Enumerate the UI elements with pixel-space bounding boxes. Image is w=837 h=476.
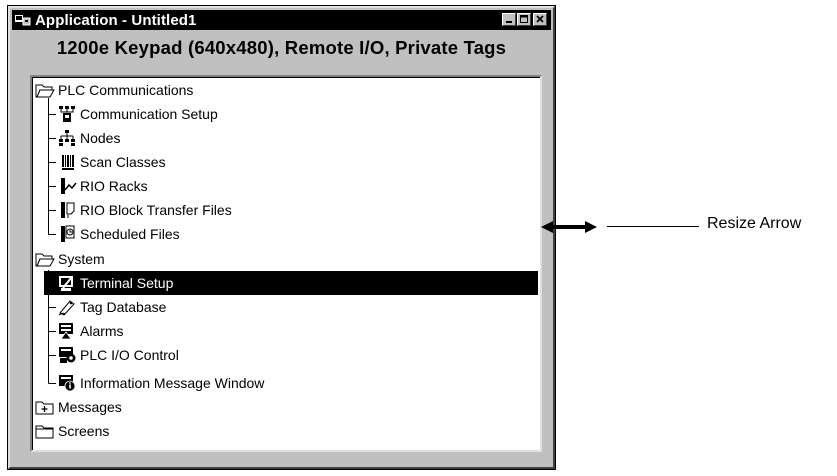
tree-node-rio-racks[interactable]: RIO Racks [57,174,148,198]
tree-node-label: PLC Communications [58,82,194,98]
tree-node-label: RIO Racks [80,178,148,194]
tree-node-label: Nodes [80,130,121,146]
configuration-summary: 1200e Keypad (640x480), Remote I/O, Priv… [56,37,507,58]
open-folder-icon [35,84,55,98]
tree-node-plc-io-control[interactable]: PLC I/O Control [57,343,179,367]
scheduled-files-icon [61,225,75,242]
tree-node-screens[interactable]: Screens [35,419,109,443]
open-folder-icon [35,253,55,267]
tree-node-label: Terminal Setup [80,275,174,291]
title-bar[interactable]: Application - Untitled1 [12,10,551,30]
minimize-button[interactable] [502,13,516,26]
project-tree: PLC Communications Communication Setup N… [32,77,540,450]
tree-node-label: System [58,251,105,267]
tree-node-tag-database[interactable]: Tag Database [57,295,166,319]
tree-node-rio-block-transfer-files[interactable]: RIO Block Transfer Files [57,198,232,222]
tree-node-label: Information Message Window [80,375,265,391]
scan-classes-icon [62,155,74,170]
tree-node-scan-classes[interactable]: Scan Classes [57,150,166,174]
tree-node-label: PLC I/O Control [80,347,179,363]
rio-block-transfer-icon [61,202,75,218]
minimize-icon [506,21,512,23]
window-title: Application - Untitled1 [35,11,197,29]
alarms-icon [59,323,73,340]
tree-node-label: Tag Database [80,299,167,315]
tree-node-label: Screens [58,423,110,439]
resize-arrow-callout-label: Resize Arrow [707,215,802,232]
tree-node-label: RIO Block Transfer Files [80,202,232,218]
tree-node-label: Messages [58,399,122,415]
tag-database-icon [58,300,75,316]
plc-io-control-icon [59,347,76,363]
close-button[interactable] [533,13,547,26]
nodes-icon [59,130,75,146]
closed-folder-icon [35,425,54,439]
collapsed-folder-plus-icon [35,401,54,415]
tree-node-label: Scheduled Files [80,226,180,242]
resize-arrow-icon [541,221,597,233]
tree-node-information-message-window[interactable]: Information Message Window [57,371,264,395]
communication-setup-icon [59,106,75,122]
tree-node-messages[interactable]: Messages [35,395,122,419]
information-message-icon [59,375,76,392]
terminal-setup-icon [59,276,73,291]
tree-node-label: Alarms [80,323,124,339]
close-icon [536,15,544,23]
window-controls [501,13,547,26]
maximize-button[interactable] [517,13,531,26]
tree-node-terminal-setup[interactable]: Terminal Setup [44,271,538,295]
tree-node-system[interactable]: System [35,247,105,271]
project-tree-panel[interactable]: PLC Communications Communication Setup N… [30,75,542,452]
application-window: Application - Untitled1 1200e Keypad (64… [8,6,555,469]
application-icon [15,15,31,26]
tree-node-communication-setup[interactable]: Communication Setup [57,102,218,126]
tree-node-alarms[interactable]: Alarms [57,319,124,343]
tree-node-label: Communication Setup [80,106,218,122]
tree-node-plc-communications[interactable]: PLC Communications [35,78,193,102]
tree-node-nodes[interactable]: Nodes [57,126,120,150]
tree-node-scheduled-files[interactable]: Scheduled Files [57,222,180,246]
callout-leader-line [607,226,699,227]
rio-racks-icon [61,178,77,194]
maximize-icon [520,15,528,23]
tree-node-label: Scan Classes [80,154,166,170]
